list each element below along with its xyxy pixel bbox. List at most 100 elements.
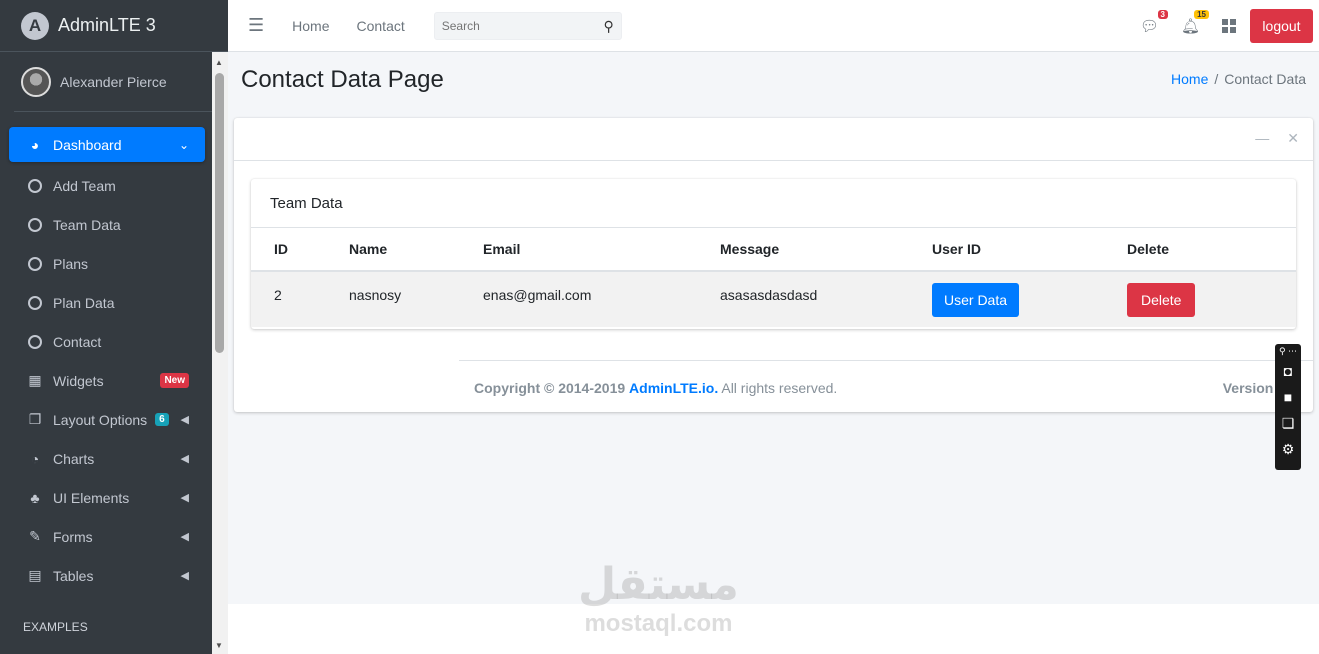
scroll-thumb[interactable] (215, 73, 224, 353)
team-data-table: ID Name Email Message User ID Delete 2 n… (251, 228, 1296, 327)
bell-icon[interactable]: 🔔︎ 15 (1181, 10, 1209, 35)
edit-icon: ✎ (29, 528, 41, 544)
avatar (21, 66, 51, 97)
top-navbar: ☰ Home Contact ⚲ 💬︎ 3 🔔︎ 15 logout (228, 0, 1319, 52)
sidebar-item-label: Widgets (53, 372, 104, 389)
sidebar-item-label: Forms (53, 528, 93, 545)
circle-icon (28, 217, 42, 232)
count-badge: 6 (155, 413, 169, 426)
sidebar: A AdminLTE 3 Alexander Pierce ◕ Dashboar… (0, 0, 228, 654)
sidebar-item-forms[interactable]: ✎ Forms ◀ (9, 517, 205, 556)
footer-divider (459, 360, 1313, 361)
sidebar-item-dashboard[interactable]: ◕ Dashboard ⌄ (9, 127, 205, 162)
sidebar-item-plans[interactable]: Plans (9, 244, 205, 283)
chevron-left-icon: ◀ (180, 492, 189, 504)
apps-grid-icon[interactable] (1222, 19, 1236, 33)
brand-logo-icon: A (21, 11, 49, 40)
sidebar-item-label: Plans (53, 255, 89, 272)
circle-icon (28, 295, 42, 310)
sidebar-item-charts[interactable]: ◔ Charts ◀ (9, 439, 205, 478)
close-icon[interactable]: ✕ (1287, 130, 1299, 147)
cell-email: enas@gmail.com (460, 271, 697, 327)
brand-link[interactable]: A AdminLTE 3 (0, 0, 228, 52)
capture-toolbar: ⚲ ⋯ ◘ ■ ❏ ⚙ (1275, 344, 1301, 470)
copy-icon: ❐ (28, 411, 42, 427)
video-camera-icon[interactable]: ■ (1284, 384, 1292, 410)
pin-icon[interactable]: ⚲ ⋯ (1279, 344, 1297, 358)
copyright-text: Copyright © 2014-2019 (474, 380, 626, 396)
page-title: Contact Data Page (241, 66, 444, 93)
sidebar-item-label: Contact (53, 333, 102, 350)
notifications-badge: 15 (1194, 10, 1209, 19)
menu-toggle-icon[interactable]: ☰ (248, 15, 264, 36)
windows-icon[interactable]: ❏ (1282, 410, 1295, 436)
sidebar-item-add-team[interactable]: Add Team (9, 166, 205, 205)
nav-link-contact[interactable]: Contact (357, 18, 405, 34)
column-header-delete: Delete (1104, 228, 1296, 272)
column-header-user-id: User ID (909, 228, 1104, 272)
sidebar-item-plan-data[interactable]: Plan Data (9, 283, 205, 322)
sidebar-item-label: Team Data (53, 216, 121, 233)
sidebar-item-layout-options[interactable]: ❐ Layout Options 6 ◀ (9, 400, 205, 439)
sidebar-item-label: Charts (53, 450, 95, 467)
search-icon[interactable]: ⚲ (603, 18, 613, 35)
cell-message: asasasdasdasd (697, 271, 909, 327)
breadcrumb-home[interactable]: Home (1171, 71, 1208, 87)
nav-link-home[interactable]: Home (292, 18, 329, 34)
user-data-button[interactable]: User Data (932, 283, 1020, 317)
search-form: ⚲ (433, 11, 622, 40)
circle-icon (28, 178, 42, 193)
cell-delete: Delete (1104, 271, 1296, 327)
sidebar-item-tables[interactable]: ▤ Tables ◀ (9, 556, 205, 595)
chevron-left-icon: ◀ (180, 570, 189, 582)
chevron-left-icon: ◀ (180, 414, 189, 426)
logout-button[interactable]: logout (1250, 9, 1313, 43)
footer-copyright: Copyright © 2014-2019 AdminLTE.io. All r… (474, 380, 837, 396)
column-header-id: ID (251, 228, 326, 272)
watermark: مستقل mostaql.com (578, 560, 739, 638)
rights-text: All rights reserved. (721, 380, 838, 396)
column-header-name: Name (326, 228, 460, 272)
circle-icon (28, 256, 42, 271)
gear-icon[interactable]: ⚙ (1282, 436, 1295, 462)
sidebar-item-contact[interactable]: Contact (9, 322, 205, 361)
chevron-down-icon: ⌄ (178, 137, 189, 152)
sidebar-item-label: UI Elements (53, 489, 130, 506)
pie-chart-icon: ◔ (30, 450, 40, 467)
sidebar-item-label: Tables (53, 567, 94, 584)
tree-icon: ♣ (30, 489, 40, 506)
sidebar-item-team-data[interactable]: Team Data (9, 205, 205, 244)
minimize-icon[interactable]: — (1255, 130, 1269, 147)
sidebar-scrollbar[interactable]: ▲ ▼ (212, 52, 228, 654)
watermark-arabic: مستقل (578, 560, 739, 609)
search-input[interactable] (441, 18, 592, 33)
th-icon: ▦ (28, 372, 42, 388)
team-data-card: Team Data ID Name Email Message User ID … (251, 179, 1296, 329)
sidebar-item-label: Plan Data (53, 294, 115, 311)
card-header: — ✕ (234, 118, 1313, 161)
messages-badge: 3 (1157, 10, 1168, 19)
user-name[interactable]: Alexander Pierce (60, 74, 167, 90)
comments-icon[interactable]: 💬︎ 3 (1140, 10, 1168, 35)
sidebar-item-label: Layout Options (53, 411, 148, 428)
table-row: 2 nasnosy enas@gmail.com asasasdasdasd U… (251, 271, 1296, 327)
cell-name: nasnosy (326, 271, 460, 327)
user-panel[interactable]: Alexander Pierce (14, 52, 214, 112)
delete-button[interactable]: Delete (1127, 283, 1196, 317)
scroll-down-icon[interactable]: ▼ (215, 641, 223, 650)
navbar-right: 💬︎ 3 🔔︎ 15 logout (1140, 0, 1319, 52)
footer-brand-link[interactable]: AdminLTE.io. (629, 380, 718, 396)
sidebar-item-widgets[interactable]: ▦ Widgets New (9, 361, 205, 400)
table-header-row: ID Name Email Message User ID Delete (251, 228, 1296, 272)
new-badge: New (160, 373, 189, 388)
breadcrumb: Home / Contact Data (1171, 71, 1306, 87)
sidebar-item-ui-elements[interactable]: ♣ UI Elements ◀ (9, 478, 205, 517)
sidebar-item-label: Add Team (53, 177, 116, 194)
watermark-latin: mostaql.com (584, 610, 733, 637)
column-header-message: Message (697, 228, 909, 272)
page-bottom-area (228, 604, 1319, 654)
sidebar-item-label: Dashboard (53, 136, 122, 153)
chevron-left-icon: ◀ (180, 453, 189, 465)
camera-icon[interactable]: ◘ (1284, 358, 1292, 384)
scroll-up-icon[interactable]: ▲ (215, 58, 223, 67)
